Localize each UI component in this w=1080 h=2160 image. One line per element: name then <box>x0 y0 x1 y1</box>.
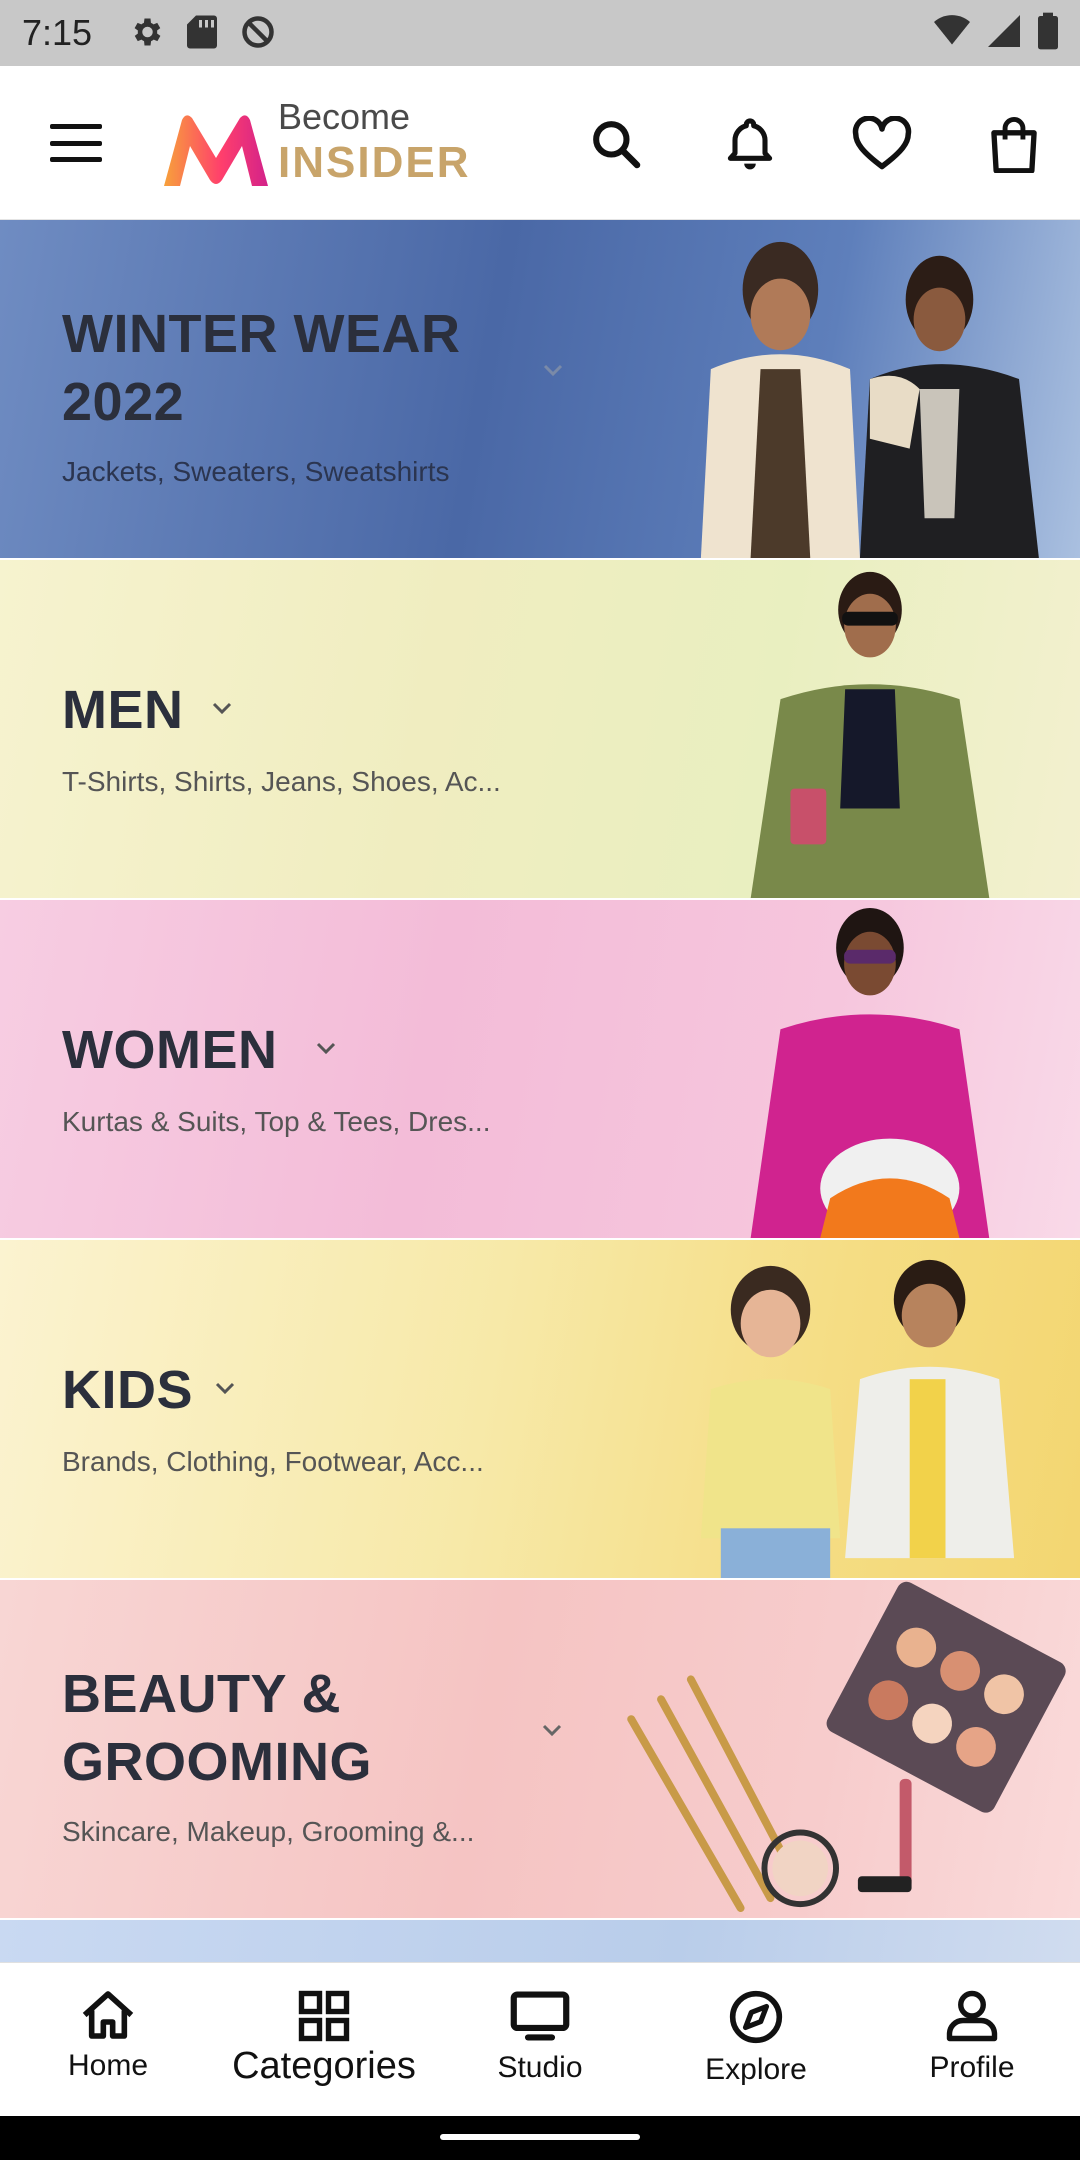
heart-icon <box>852 116 912 170</box>
nav-home[interactable]: Home <box>0 1963 216 2116</box>
category-title: MEN <box>62 680 184 740</box>
grid-icon <box>298 1990 350 2042</box>
chevron-down-icon <box>542 1724 562 1737</box>
men-model-image <box>750 571 990 898</box>
category-subtitle: Jackets, Sweaters, Sweatshirts <box>62 456 450 487</box>
settings-icon <box>134 18 161 46</box>
nav-categories-label: Categories <box>232 2045 416 2087</box>
kids-models-image <box>700 1259 1015 1578</box>
myntra-logo-icon <box>164 115 268 186</box>
beauty-products-image <box>627 1581 1066 1913</box>
nav-profile-label: Profile <box>929 2051 1015 2084</box>
bottom-navigation: Home Categories Studio Explore Profile <box>0 1962 1080 2116</box>
status-system-icons <box>934 12 1058 50</box>
category-banner-next[interactable] <box>0 1920 1080 1962</box>
category-list: WINTER WEAR 2022 Jackets, Sweaters, Swea… <box>0 220 1080 1962</box>
nav-home-label: Home <box>67 2049 149 2082</box>
winter-wear-models-image <box>700 241 1039 558</box>
category-title: BEAUTY & GROOMING <box>62 1664 372 1792</box>
bag-button[interactable] <box>976 106 1052 182</box>
status-time: 7:15 <box>22 12 93 53</box>
nav-explore[interactable]: Explore <box>648 1963 864 2116</box>
category-banner-beauty-grooming[interactable]: BEAUTY & GROOMING Skincare, Makeup, Groo… <box>0 1580 1080 1920</box>
nav-studio[interactable]: Studio <box>432 1963 648 2116</box>
status-notification-icons <box>128 14 276 50</box>
compass-icon <box>729 1990 783 2044</box>
cellular-icon <box>988 15 1020 47</box>
status-bar: 7:15 <box>0 0 1080 66</box>
category-banner-kids[interactable]: KIDS Brands, Clothing, Footwear, Acc... <box>0 1240 1080 1580</box>
tv-icon <box>510 1991 570 2041</box>
chevron-down-icon <box>215 1382 235 1395</box>
logo-text-become: Become <box>278 96 411 137</box>
wifi-icon <box>934 15 970 45</box>
home-gesture-pill[interactable] <box>440 2134 640 2140</box>
chevron-down-icon <box>212 702 232 715</box>
menu-icon-bar <box>50 124 102 129</box>
data-saver-icon <box>242 16 274 48</box>
search-icon <box>593 121 641 169</box>
category-subtitle: Skincare, Makeup, Grooming &... <box>62 1816 475 1847</box>
menu-icon-bar <box>50 157 102 162</box>
nav-categories[interactable]: Categories <box>216 1963 432 2116</box>
category-title: WOMEN <box>62 1020 278 1080</box>
system-gesture-bar <box>0 2116 1080 2160</box>
category-subtitle: Kurtas & Suits, Top & Tees, Dres... <box>62 1106 491 1137</box>
person-icon <box>946 1990 998 2042</box>
category-banner-winter-wear[interactable]: WINTER WEAR 2022 Jackets, Sweaters, Swea… <box>0 220 1080 560</box>
category-title: KIDS <box>62 1360 194 1420</box>
battery-icon <box>1038 12 1058 50</box>
chevron-down-icon <box>543 364 563 377</box>
home-icon <box>82 1991 134 2039</box>
bag-icon <box>991 117 1037 173</box>
category-banner-women[interactable]: WOMEN Kurtas & Suits, Top & Tees, Dres..… <box>0 900 1080 1240</box>
notifications-button[interactable] <box>712 106 788 182</box>
category-subtitle: T-Shirts, Shirts, Jeans, Shoes, Ac... <box>62 766 501 797</box>
menu-button[interactable] <box>44 116 108 170</box>
category-title: WINTER WEAR 2022 <box>62 304 461 432</box>
app-header: Become INSIDER <box>0 66 1080 220</box>
sd-card-icon <box>187 15 217 49</box>
logo-text-insider: INSIDER <box>278 138 471 187</box>
menu-icon-bar <box>50 140 102 146</box>
nav-explore-label: Explore <box>705 2053 807 2086</box>
chevron-down-icon <box>316 1042 336 1055</box>
category-banner-men[interactable]: MEN T-Shirts, Shirts, Jeans, Shoes, Ac..… <box>0 560 1080 900</box>
search-button[interactable] <box>578 106 654 182</box>
myntra-insider-logo[interactable]: Become INSIDER <box>160 96 468 196</box>
category-subtitle: Brands, Clothing, Footwear, Acc... <box>62 1446 484 1477</box>
women-model-image <box>750 907 990 1238</box>
wishlist-button[interactable] <box>844 106 920 182</box>
nav-studio-label: Studio <box>497 2051 583 2084</box>
nav-profile[interactable]: Profile <box>864 1963 1080 2116</box>
bell-icon <box>727 118 773 170</box>
